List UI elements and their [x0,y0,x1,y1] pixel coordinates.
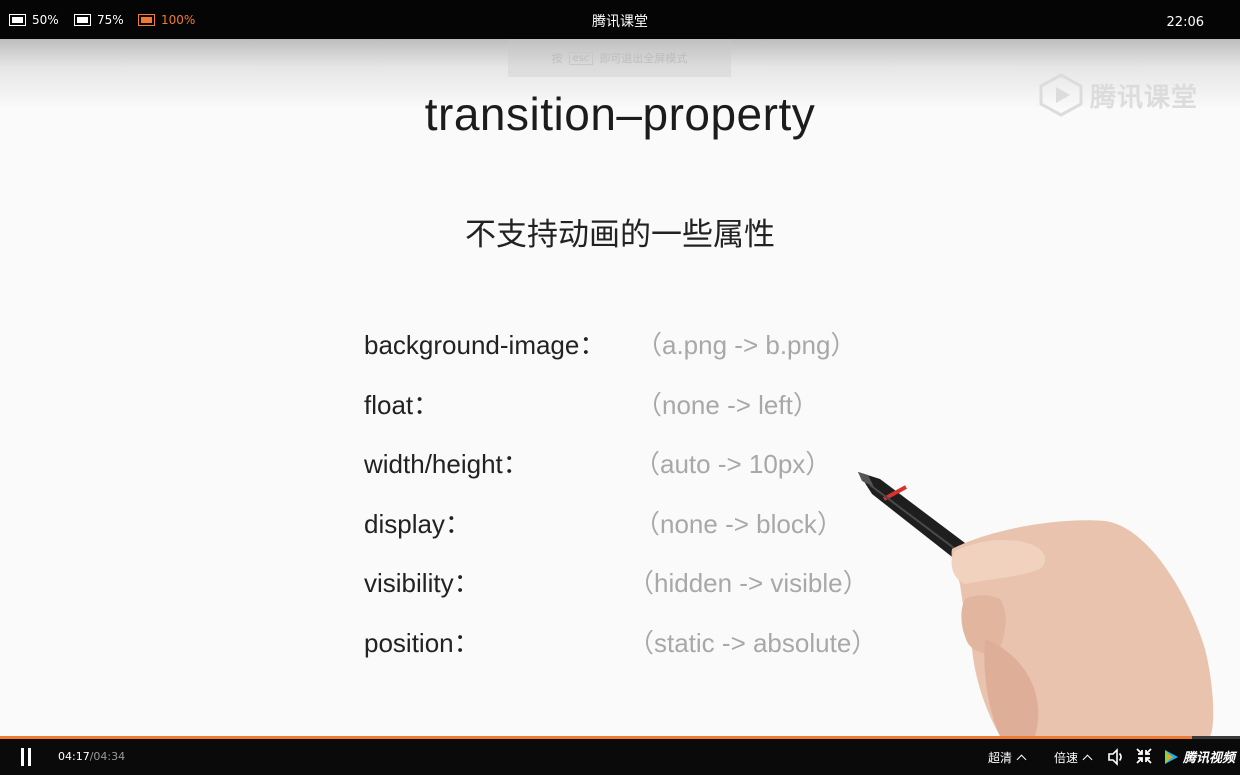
esc-hint-suffix: 即可退出全屏模式 [599,52,688,65]
screen-75-icon [74,14,91,26]
player-controls: 04:17/04:34 超清 倍速 腾讯视频 [0,739,1240,775]
video-area[interactable]: 按 esc 即可退出全屏模式 腾讯课堂 transition–property … [0,39,1240,736]
property-name: visibility： [364,568,480,598]
screen-100-icon [138,14,155,26]
volume-icon[interactable] [1107,748,1125,766]
property-name: display： [364,509,471,539]
pen-hand-illustration [858,472,1214,736]
quality-label: 超清 [988,751,1013,765]
zoom-75-label: 75% [97,13,124,27]
speed-label: 倍速 [1054,751,1079,765]
property-name: width/height： [364,449,529,479]
property-value: （none -> block） [634,509,843,539]
property-value: （hidden -> visible） [628,568,869,598]
zoom-100-label: 100% [161,13,196,27]
chevron-up-icon [1016,754,1027,765]
esc-key: esc [568,51,594,65]
speed-button[interactable]: 倍速 [1054,749,1093,766]
duration: 04:34 [93,750,126,763]
zoom-50-option[interactable]: 50% [9,12,59,28]
property-value: （auto -> 10px） [634,449,832,479]
top-bar: 50% 75% 100% 腾讯课堂 22:06 [0,0,1240,39]
property-value: （none -> left） [636,390,819,420]
zoom-75-option[interactable]: 75% [74,12,124,28]
tencent-video-brand[interactable]: 腾讯视频 [1163,747,1235,766]
esc-hint: 按 esc 即可退出全屏模式 [508,39,731,77]
esc-hint-prefix: 按 [551,52,563,65]
current-time: 04:17 [58,750,90,763]
time-display: 04:17/04:34 [58,750,125,763]
tencent-video-logo-icon [1165,749,1178,764]
brand-label: 腾讯视频 [1183,751,1236,766]
pause-icon[interactable] [18,748,34,766]
screen-50-icon [9,14,26,26]
zoom-100-option[interactable]: 100% [138,12,195,28]
clock: 22:06 [1166,15,1204,30]
slide-subtitle: 不支持动画的一些属性 [465,217,775,253]
property-value: （a.png -> b.png） [636,330,857,360]
property-name: background-image： [364,330,606,360]
property-name: position： [364,628,480,658]
quality-button[interactable]: 超清 [988,749,1027,766]
property-value: （static -> absolute） [628,628,878,658]
exit-fullscreen-icon[interactable] [1136,748,1152,764]
slide-title: transition–property [424,88,816,140]
zoom-50-label: 50% [32,13,59,27]
property-name: float： [364,390,440,420]
chevron-up-icon [1082,754,1093,765]
